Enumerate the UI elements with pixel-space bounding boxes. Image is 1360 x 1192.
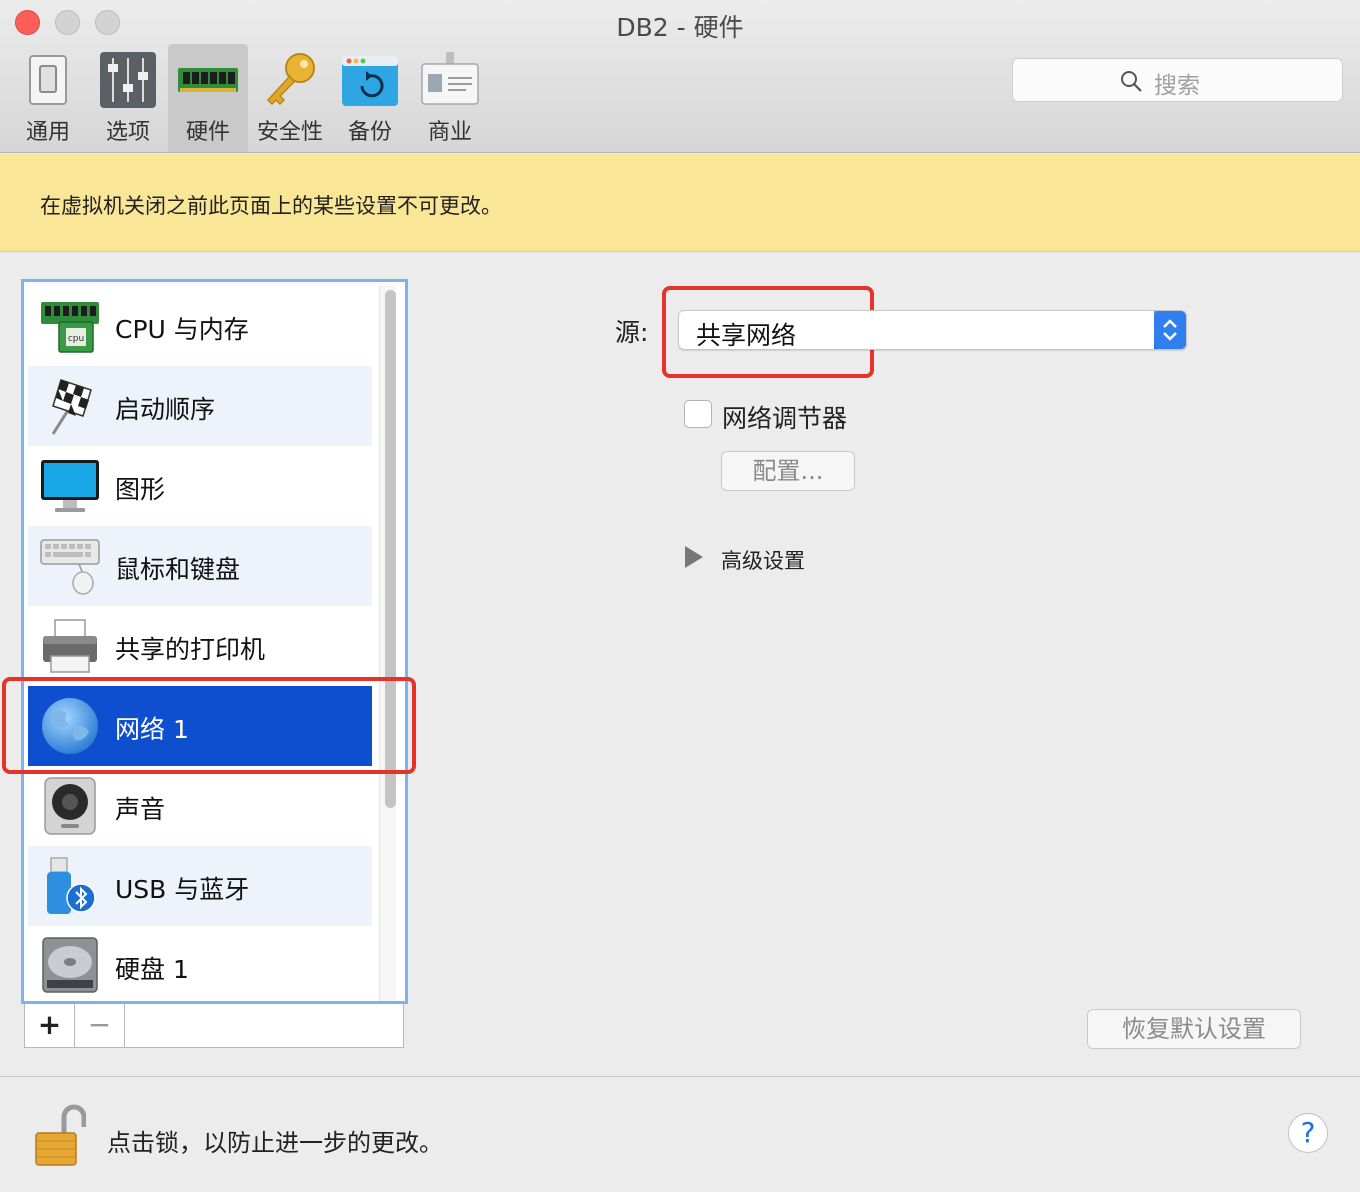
key-icon: [266, 53, 315, 106]
tab-security[interactable]: 安全性: [250, 44, 330, 152]
source-select-value: 共享网络: [696, 321, 797, 350]
banner-text: 在虚拟机关闭之前此页面上的某些设置不可更改。: [40, 194, 502, 218]
tab-security-label: 安全性: [256, 120, 323, 145]
sliders-icon: [100, 52, 156, 108]
list-item-label: 图形: [115, 475, 166, 504]
printer-icon: [43, 619, 97, 673]
list-item-hard-disk-1[interactable]: 硬盘 1: [28, 926, 372, 1001]
list-item-sound[interactable]: 声音: [28, 766, 372, 846]
disclosure-triangle-icon[interactable]: [685, 546, 703, 568]
badge-icon: [421, 52, 479, 105]
tab-options-label: 选项: [105, 120, 150, 145]
list-item-label: 鼠标和键盘: [115, 555, 241, 584]
device-list: cpu CPU 与内存 启动顺序 图形 鼠标和键盘 共享的打印机 网络 1 声音…: [21, 279, 408, 1004]
checkered-flag-icon: [51, 379, 92, 435]
list-item-label: 共享的打印机: [115, 635, 266, 664]
list-item-mouse-keyboard[interactable]: 鼠标和键盘: [28, 526, 372, 606]
backup-icon: [342, 56, 398, 106]
memory-chip-icon: [178, 68, 238, 92]
warning-banner: 在虚拟机关闭之前此页面上的某些设置不可更改。: [0, 154, 1360, 252]
usb-bluetooth-icon: [47, 857, 96, 914]
list-item-boot-order[interactable]: 启动顺序: [28, 366, 372, 446]
scroll-thumb[interactable]: [385, 290, 396, 808]
source-label: 源:: [615, 318, 649, 347]
window-title: DB2 - 硬件: [616, 13, 744, 42]
tab-business[interactable]: 商业: [410, 44, 490, 152]
hard-disk-icon: [42, 937, 98, 993]
help-button[interactable]: ?: [1288, 1113, 1328, 1153]
tab-general[interactable]: 通用: [8, 44, 88, 152]
tab-business-label: 商业: [427, 120, 472, 145]
network-conditioner-label: 网络调节器: [722, 404, 848, 433]
list-item-usb-bluetooth[interactable]: USB 与蓝牙: [28, 846, 372, 926]
globe-icon: [42, 698, 98, 754]
list-item-label: 网络 1: [115, 715, 189, 744]
lock-text: 点击锁，以防止进一步的更改。: [107, 1129, 443, 1157]
source-select[interactable]: 共享网络: [678, 310, 1187, 350]
switch-icon: [29, 55, 67, 105]
configure-button[interactable]: 配置...: [721, 451, 855, 491]
tab-options[interactable]: 选项: [88, 44, 168, 152]
device-list-footer: + −: [24, 1004, 404, 1048]
monitor-icon: [41, 460, 99, 512]
tab-backup[interactable]: 备份: [330, 44, 410, 152]
chevron-updown-icon: [1154, 311, 1186, 349]
list-item-label: CPU 与内存: [115, 315, 249, 344]
list-item-label: 启动顺序: [115, 395, 216, 424]
device-list-scrollbar[interactable]: [379, 286, 396, 1001]
tab-general-label: 通用: [25, 120, 70, 145]
cpu-memory-icon: cpu: [41, 302, 99, 353]
lock-icon[interactable]: [34, 1103, 86, 1167]
search-placeholder: 搜索: [1154, 73, 1200, 99]
add-device-button[interactable]: +: [25, 1004, 75, 1047]
keyboard-mouse-icon: [40, 539, 100, 595]
tab-hardware-label: 硬件: [185, 120, 230, 145]
list-item-label: USB 与蓝牙: [115, 875, 250, 904]
speaker-icon: [44, 777, 96, 835]
tab-hardware[interactable]: 硬件: [168, 44, 248, 152]
list-item-label: 声音: [115, 795, 166, 824]
list-item-cpu-memory[interactable]: cpu CPU 与内存: [28, 286, 372, 366]
bottom-bar: 点击锁，以防止进一步的更改。 ?: [0, 1076, 1360, 1192]
search-field[interactable]: 搜索: [1012, 58, 1343, 102]
list-item-graphics[interactable]: 图形: [28, 446, 372, 526]
remove-device-button[interactable]: −: [75, 1004, 125, 1047]
advanced-settings-label[interactable]: 高级设置: [721, 545, 805, 575]
svg-text:cpu: cpu: [68, 334, 84, 344]
search-icon: [1121, 71, 1142, 92]
list-item-label: 硬盘 1: [115, 955, 189, 984]
list-item-shared-printer[interactable]: 共享的打印机: [28, 606, 372, 686]
network-conditioner-checkbox[interactable]: [684, 400, 712, 428]
list-item-network-1[interactable]: 网络 1: [28, 686, 372, 766]
toolbar: DB2 - 硬件 通用 选项 硬件 安全性 备份 商业 搜索: [0, 0, 1360, 153]
restore-defaults-button[interactable]: 恢复默认设置: [1087, 1009, 1301, 1049]
tab-backup-label: 备份: [347, 120, 392, 145]
